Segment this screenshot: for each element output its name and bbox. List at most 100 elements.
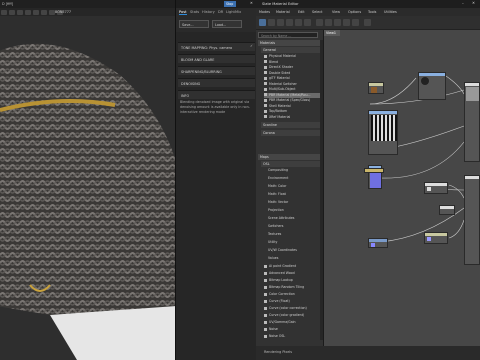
osl-item[interactable]: Environment xyxy=(268,176,324,181)
layout-icon[interactable] xyxy=(334,19,341,26)
osl-item[interactable]: Utility xyxy=(268,240,324,245)
map-item[interactable]: Curve (color gradient) xyxy=(264,313,320,318)
browser-item[interactable]: XRef Material xyxy=(264,115,320,120)
material-map-browser: Search by Name ... Materials General Phy… xyxy=(256,30,324,346)
layout-children-icon[interactable] xyxy=(343,19,350,26)
toolbar-icon[interactable] xyxy=(1,9,7,15)
section-label: TONE MAPPING: Phys. camera xyxy=(181,45,233,50)
swatch-icon xyxy=(264,98,267,102)
swatch-icon xyxy=(264,292,267,296)
bitmap-node[interactable] xyxy=(424,232,448,244)
map-item[interactable]: Color Correction xyxy=(264,292,320,297)
osl-item[interactable]: UV/W Coordinates xyxy=(268,248,324,253)
swatch-icon xyxy=(264,87,267,91)
save-load-bar: Save... Load... xyxy=(176,18,257,32)
osl-item[interactable]: Math: Float xyxy=(268,192,324,197)
save-button[interactable]: Save... xyxy=(179,20,209,28)
move-children-icon[interactable] xyxy=(304,19,311,26)
section-sharpening-blurring[interactable]: SHARPENING/BLURRING xyxy=(178,66,255,75)
color-node[interactable] xyxy=(364,168,384,173)
section-denoising[interactable]: DENOISING xyxy=(178,78,255,87)
category-osl[interactable]: OSL xyxy=(261,161,320,167)
menu-select[interactable]: Select xyxy=(312,10,322,14)
render-map-icon[interactable] xyxy=(364,19,371,26)
slate-titlebar: Slate Material Editor – ✕ xyxy=(256,0,480,8)
menu-edit[interactable]: Edit xyxy=(298,10,305,14)
delete-icon[interactable] xyxy=(295,19,302,26)
osl-item[interactable]: Projection xyxy=(268,208,324,213)
swatch-icon xyxy=(264,93,267,96)
category-materials[interactable]: Materials xyxy=(258,40,320,46)
category-scanline[interactable]: Scanline xyxy=(261,122,320,128)
menu-options[interactable]: Options xyxy=(348,10,361,14)
load-button[interactable]: Load... xyxy=(212,20,242,28)
tab-history[interactable]: History xyxy=(202,10,215,14)
map-item[interactable]: Curve (Float) xyxy=(264,299,320,304)
swatch-icon xyxy=(264,334,267,338)
swatch-icon xyxy=(264,306,267,310)
tab-dr[interactable]: DR xyxy=(218,10,223,14)
select-tool-icon[interactable] xyxy=(259,19,266,26)
toolbar-icon[interactable] xyxy=(25,9,31,15)
section-tone-mapping[interactable]: TONE MAPPING: Phys. camera ✓ xyxy=(178,42,255,51)
checkmark-icon[interactable]: ✓ xyxy=(250,44,253,48)
map-item[interactable]: Ai point Gradient xyxy=(264,264,320,269)
material-node[interactable] xyxy=(368,82,384,94)
minimize-icon[interactable]: – xyxy=(462,1,464,5)
info-text: Blending denoised image with original vi… xyxy=(180,100,250,114)
toolbar-icon[interactable] xyxy=(33,9,39,15)
section-info: INFO xyxy=(178,90,255,99)
toolbar-icon[interactable] xyxy=(9,9,15,15)
menu-modes[interactable]: Modes xyxy=(259,10,270,14)
close-icon[interactable]: ✕ xyxy=(250,1,253,5)
bitmap-node[interactable] xyxy=(424,182,448,194)
browser-scrollbar[interactable] xyxy=(320,40,323,340)
menu-view[interactable]: View xyxy=(332,10,340,14)
toolbar-icon[interactable] xyxy=(17,9,23,15)
map-node[interactable] xyxy=(418,72,446,100)
browser-search-input[interactable]: Search by Name ... xyxy=(258,32,318,38)
toolbar-icon[interactable] xyxy=(41,9,47,15)
osl-item[interactable]: Textures xyxy=(268,232,324,237)
material-parameter-icon[interactable] xyxy=(352,19,359,26)
tab-stats[interactable]: Stats xyxy=(190,10,199,14)
map-item[interactable]: UV/Gamma/Gain xyxy=(264,320,320,325)
map-item[interactable]: Bitmap Random Tiling xyxy=(264,285,320,290)
osl-item[interactable]: Compositing xyxy=(268,168,324,173)
map-item[interactable]: Advanced Wood xyxy=(264,271,320,276)
map-item[interactable]: Noise xyxy=(264,327,320,332)
viewport-toolbar: BONE777 xyxy=(0,8,175,16)
map-item[interactable]: Bitmap Lookup xyxy=(264,278,320,283)
pick-material-icon[interactable] xyxy=(268,19,275,26)
osl-item[interactable]: Math: Color xyxy=(268,184,324,189)
show-background-icon[interactable] xyxy=(325,19,332,26)
tab-post[interactable]: Post xyxy=(179,10,187,15)
category-corona[interactable]: Corona xyxy=(261,130,320,136)
swatch-icon xyxy=(264,82,267,85)
osl-item[interactable]: Scene Attributes xyxy=(268,216,324,221)
map-item[interactable]: Curve (color correction) xyxy=(264,306,320,311)
menu-utilities[interactable]: Utilities xyxy=(384,10,397,14)
category-general[interactable]: General xyxy=(261,47,320,53)
pbr-material-node[interactable] xyxy=(464,82,480,162)
assign-material-icon[interactable] xyxy=(286,19,293,26)
swatch-icon xyxy=(264,104,267,107)
osl-item[interactable]: Values xyxy=(268,256,324,261)
map-item[interactable]: Noise OSL xyxy=(264,334,320,339)
menu-tools[interactable]: Tools xyxy=(368,10,376,14)
menu-material[interactable]: Material xyxy=(276,10,290,14)
osl-item[interactable]: Switchers xyxy=(268,224,324,229)
show-map-icon[interactable] xyxy=(316,19,323,26)
put-material-icon[interactable] xyxy=(277,19,284,26)
osl-item[interactable]: Math: Vector xyxy=(268,200,324,205)
bitmap-node-braid[interactable] xyxy=(368,110,398,155)
section-bloom-glare[interactable]: BLOOM AND GLARE xyxy=(178,54,255,63)
category-maps[interactable]: Maps xyxy=(258,154,320,160)
normal-node[interactable] xyxy=(368,238,388,248)
slate-title: Slate Material Editor xyxy=(262,1,299,6)
render-viewport[interactable]: D [ffff] BONE777 xyxy=(0,0,175,360)
bitmap-node[interactable] xyxy=(439,205,455,215)
close-icon[interactable]: ✕ xyxy=(472,1,475,5)
material-node[interactable] xyxy=(464,175,480,265)
tab-lightmix[interactable]: LightMix xyxy=(226,10,241,14)
